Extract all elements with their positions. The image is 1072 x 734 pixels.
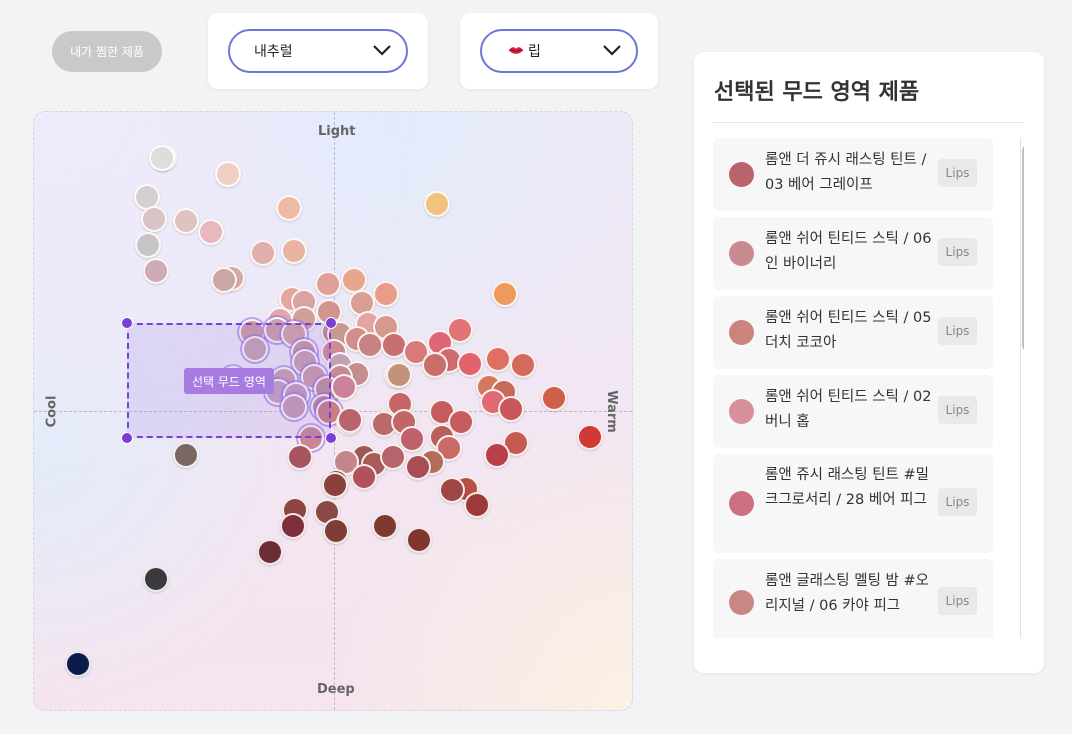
selected-products-panel: 선택된 무드 영역 제품 롬앤 더 쥬시 래스팅 틴트 / 03 베어 그레이프… (694, 52, 1044, 673)
product-dot[interactable] (498, 396, 524, 422)
product-dot[interactable] (464, 492, 490, 518)
product-name: 롬앤 더 쥬시 래스팅 틴트 / 03 베어 그레이프 (765, 152, 927, 193)
product-dot[interactable] (406, 527, 432, 553)
mood-map[interactable]: 선택 무드 영역 Light Deep Cool Warm (33, 111, 633, 711)
product-dot[interactable] (541, 385, 567, 411)
category-tag: Lips (938, 238, 977, 266)
product-dot[interactable] (322, 472, 348, 498)
product-dot[interactable] (372, 513, 398, 539)
category-tag: Lips (938, 159, 977, 187)
product-dot[interactable] (276, 195, 302, 221)
list-item[interactable]: 롬앤 글래스팅 멜팅 밤 #오리지널 / 06 카야 피그 Lips (713, 559, 993, 638)
product-dot[interactable] (257, 539, 283, 565)
recommend-select[interactable]: 내추럴 (228, 29, 408, 73)
selection-handle-bottom-left[interactable] (121, 432, 133, 444)
product-dot[interactable] (492, 281, 518, 307)
product-dot[interactable] (143, 566, 169, 592)
color-swatch (729, 162, 754, 187)
product-dot[interactable] (424, 191, 450, 217)
product-dot[interactable] (485, 346, 511, 372)
category-select[interactable]: 립 (480, 29, 638, 73)
product-dot[interactable] (65, 651, 91, 677)
product-dot[interactable] (422, 352, 448, 378)
product-dot[interactable] (373, 281, 399, 307)
product-dot[interactable] (405, 454, 431, 480)
product-dot[interactable] (457, 351, 483, 377)
color-swatch (729, 491, 754, 516)
list-item[interactable]: 롬앤 쉬어 틴티드 스틱 / 06 인 바이너리 Lips (713, 217, 993, 290)
product-dot[interactable] (323, 518, 349, 544)
selection-handle-top-left[interactable] (121, 317, 133, 329)
recommend-select-value: 내추럴 (254, 44, 293, 60)
favorites-button[interactable]: 내가 찜한 제품 (52, 31, 162, 72)
product-dot[interactable] (135, 232, 161, 258)
product-dot[interactable] (141, 206, 167, 232)
product-dot[interactable] (173, 442, 199, 468)
product-name: 롬앤 쉬어 틴티드 스틱 / 05 더치 코코아 (765, 310, 932, 351)
product-dot[interactable] (198, 219, 224, 245)
product-dot[interactable] (250, 240, 276, 266)
scrollbar-thumb[interactable] (1022, 144, 1024, 352)
product-dot[interactable] (315, 271, 341, 297)
product-dot[interactable] (149, 145, 175, 171)
product-name: 롬앤 글래스팅 멜팅 밤 #오리지널 / 06 카야 피그 (765, 573, 929, 614)
product-dot[interactable] (281, 238, 307, 264)
category-tag: Lips (938, 488, 977, 516)
product-dot[interactable] (357, 332, 383, 358)
product-dot[interactable] (173, 208, 199, 234)
lips-icon (508, 47, 524, 54)
product-name: 롬앤 쉬어 틴티드 스틱 / 06 인 바이너리 (765, 231, 932, 272)
recommend-select-card: 내추럴 (208, 13, 428, 89)
product-dot[interactable] (337, 407, 363, 433)
category-select-value: 립 (528, 44, 541, 60)
product-dot[interactable] (577, 424, 603, 450)
product-dot[interactable] (351, 464, 377, 490)
color-swatch (729, 320, 754, 345)
product-dot[interactable] (380, 444, 406, 470)
category-tag: Lips (938, 587, 977, 615)
product-dot[interactable] (211, 267, 237, 293)
product-dot[interactable] (280, 513, 306, 539)
chevron-down-icon (373, 45, 391, 56)
selection-handle-bottom-right[interactable] (325, 432, 337, 444)
axis-label-light: Light (318, 124, 356, 139)
color-swatch (729, 241, 754, 266)
scrollbar[interactable] (1013, 138, 1024, 638)
selection-handle-top-right[interactable] (325, 317, 337, 329)
axis-label-warm: Warm (603, 390, 619, 433)
product-list[interactable]: 롬앤 더 쥬시 래스팅 틴트 / 03 베어 그레이프 Lips 롬앤 쉬어 틴… (713, 138, 1024, 638)
list-item[interactable]: 롬앤 더 쥬시 래스팅 틴트 / 03 베어 그레이프 Lips (713, 138, 993, 211)
product-dot[interactable] (484, 442, 510, 468)
category-tag: Lips (938, 396, 977, 424)
category-select-card: 립 (460, 13, 658, 89)
list-item[interactable]: 롬앤 쉬어 틴티드 스틱 / 05 더치 코코아 Lips (713, 296, 993, 369)
product-dot[interactable] (386, 362, 412, 388)
product-dot[interactable] (331, 374, 357, 400)
selection-label: 선택 무드 영역 (184, 368, 274, 394)
product-dot[interactable] (287, 444, 313, 470)
product-name: 롬앤 쥬시 래스팅 틴트 #밀크그로서리 / 28 베어 피그 (765, 467, 929, 508)
panel-title: 선택된 무드 영역 제품 (714, 80, 920, 105)
list-item[interactable]: 롬앤 쥬시 래스팅 틴트 #밀크그로서리 / 28 베어 피그 Lips (713, 454, 993, 553)
product-dot[interactable] (215, 161, 241, 187)
axis-label-cool: Cool (44, 395, 60, 428)
product-dot[interactable] (439, 477, 465, 503)
product-dot[interactable] (510, 352, 536, 378)
axis-label-deep: Deep (317, 682, 355, 697)
category-tag: Lips (938, 317, 977, 345)
panel-divider (713, 122, 1024, 123)
product-name: 롬앤 쉬어 틴티드 스틱 / 02 버니 홉 (765, 389, 932, 430)
product-dot[interactable] (143, 258, 169, 284)
color-swatch (729, 590, 754, 615)
color-swatch (729, 399, 754, 424)
chevron-down-icon (603, 45, 621, 56)
list-item[interactable]: 롬앤 쉬어 틴티드 스틱 / 02 버니 홉 Lips (713, 375, 993, 448)
